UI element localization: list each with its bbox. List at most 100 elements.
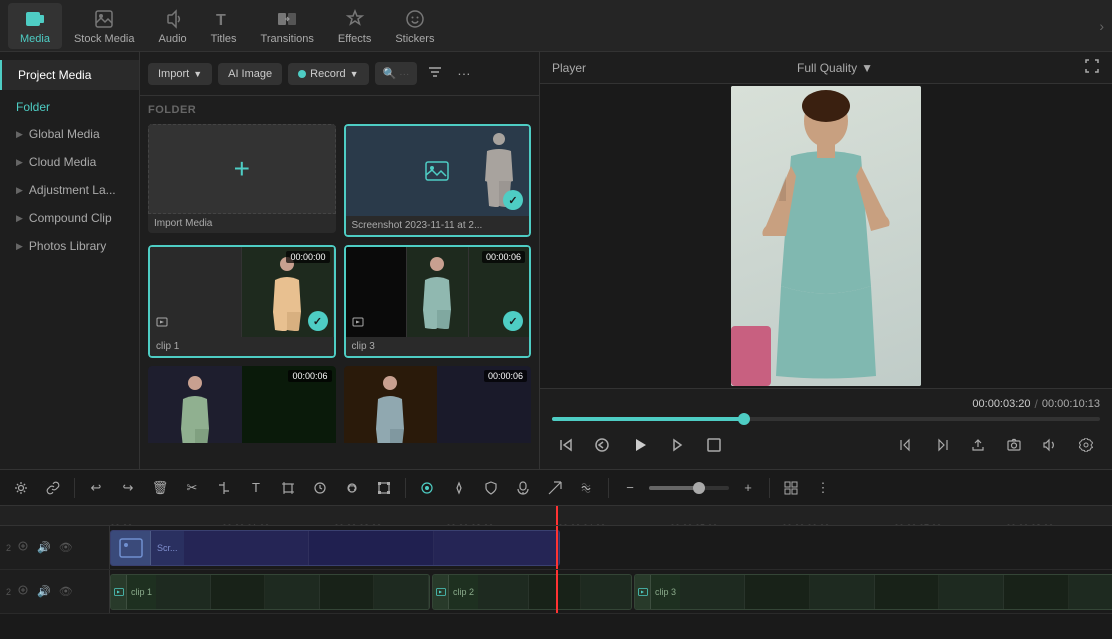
track-1-content[interactable]: Scr...: [110, 526, 1112, 569]
ai-image-button[interactable]: AI Image: [218, 63, 282, 85]
filter-button[interactable]: [423, 60, 447, 87]
nav-chevron[interactable]: ›: [1099, 18, 1104, 34]
snap-button[interactable]: [414, 475, 440, 501]
timeline-settings-button[interactable]: [8, 475, 34, 501]
sidebar-item-compound-clip[interactable]: ▶ Compound Clip: [0, 204, 139, 232]
row2-1-duration: 00:00:06: [288, 370, 331, 382]
clip1-thumb: 00:00:00 ✓: [150, 247, 334, 337]
toolbar-separator: [74, 478, 75, 498]
track-2-content[interactable]: clip 1: [110, 570, 1112, 613]
import-label: Import: [158, 68, 189, 80]
nav-item-transitions[interactable]: Transitions: [249, 3, 326, 49]
media-item-clip3[interactable]: 00:00:06 ✓ clip 3: [344, 245, 532, 358]
player-quality-selector[interactable]: Full Quality ▼: [797, 61, 873, 75]
extra-controls: [892, 431, 1100, 459]
ripple-button[interactable]: [574, 475, 600, 501]
track-1-audio-button[interactable]: 🔊: [35, 539, 53, 556]
clip3-frame-strip: [680, 575, 1112, 609]
more-button[interactable]: ···: [453, 62, 474, 85]
track-2-eye-button[interactable]: 👁: [57, 583, 75, 600]
snapshot-button[interactable]: [1000, 431, 1028, 459]
progress-bar[interactable]: [552, 417, 1100, 421]
clip1-checkmark: ✓: [308, 311, 328, 331]
delete-button[interactable]: 🗑: [147, 475, 173, 501]
zoom-out-button[interactable]: −: [617, 475, 643, 501]
redo-button[interactable]: ↪: [115, 475, 141, 501]
track-1-add-button[interactable]: [15, 538, 31, 557]
fullscreen-button[interactable]: [1084, 58, 1100, 77]
nav-item-stock-media[interactable]: Stock Media: [62, 3, 147, 49]
undo-button[interactable]: ↩: [83, 475, 109, 501]
keyframe-button[interactable]: [446, 475, 472, 501]
screenshot-clip[interactable]: Scr...: [110, 530, 560, 566]
grid-view-button[interactable]: [778, 475, 804, 501]
player-header: Player Full Quality ▼: [540, 52, 1112, 84]
speed-icon: [313, 481, 327, 495]
sidebar-item-photos-library[interactable]: ▶ Photos Library: [0, 232, 139, 260]
toolbar-separator-3: [608, 478, 609, 498]
svg-text:T: T: [216, 12, 226, 29]
volume-button[interactable]: [1036, 431, 1064, 459]
clip1-person-icon: [267, 252, 307, 332]
split-button[interactable]: [211, 475, 237, 501]
fullscreen-icon: [1084, 58, 1100, 74]
track-1-eye-button[interactable]: 👁: [57, 539, 75, 556]
transform-button[interactable]: [371, 475, 397, 501]
send-to-button[interactable]: [542, 475, 568, 501]
mark-out-button[interactable]: [928, 431, 956, 459]
time-separator: /: [1035, 397, 1038, 411]
track-row-1: 2 🔊 👁: [0, 526, 1112, 570]
record-label: Record: [310, 68, 345, 80]
track-2-audio-button[interactable]: 🔊: [35, 583, 53, 600]
sidebar-folder[interactable]: Folder: [0, 94, 139, 120]
play-button[interactable]: [624, 429, 656, 461]
ruler-mark-0: 00:00: [110, 523, 133, 525]
clip1-timeline-block[interactable]: clip 1: [110, 574, 430, 610]
add-icon: +: [234, 153, 250, 185]
export-button[interactable]: [964, 431, 992, 459]
nav-item-stickers[interactable]: Stickers: [383, 3, 446, 49]
nav-item-audio[interactable]: Audio: [147, 3, 199, 49]
arrow-icon: ▶: [16, 213, 23, 224]
transitions-icon: [275, 7, 299, 31]
freeze-button[interactable]: [339, 475, 365, 501]
nav-item-media[interactable]: Media: [8, 3, 62, 49]
media-item-row2-2[interactable]: 00:00:06: [344, 366, 532, 443]
protect-button[interactable]: [478, 475, 504, 501]
search-button[interactable]: 🔍 ···: [375, 62, 418, 85]
crop-button[interactable]: [275, 475, 301, 501]
text-button[interactable]: T: [243, 475, 269, 501]
media-item-screenshot[interactable]: ✓ Screenshot 2023-11-11 at 2...: [344, 124, 532, 237]
import-button[interactable]: Import ▼: [148, 63, 212, 85]
nav-item-titles[interactable]: T Titles: [199, 3, 249, 49]
player-tab[interactable]: Player: [552, 61, 586, 75]
zoom-in-button[interactable]: +: [735, 475, 761, 501]
clip3-timeline-block[interactable]: clip 3: [634, 574, 1112, 610]
media-item-row2-1[interactable]: 00:00:06: [148, 366, 336, 443]
grid-icon: [784, 481, 798, 495]
nav-item-effects[interactable]: Effects: [326, 3, 383, 49]
media-item-clip1[interactable]: 00:00:00 ✓ clip 1: [148, 245, 336, 358]
voice-button[interactable]: [510, 475, 536, 501]
sidebar-project-media[interactable]: Project Media: [0, 60, 139, 90]
sidebar-item-cloud-media[interactable]: ▶ Cloud Media: [0, 148, 139, 176]
more-timeline-button[interactable]: ⋮: [810, 475, 836, 501]
track-2-add-button[interactable]: [15, 582, 31, 601]
stop-button[interactable]: [700, 431, 728, 459]
speed-button[interactable]: [307, 475, 333, 501]
clip2-timeline-block[interactable]: clip 2: [432, 574, 632, 610]
sidebar-label-global-media: Global Media: [29, 127, 100, 141]
settings-button[interactable]: [1072, 431, 1100, 459]
sidebar-item-adjustment[interactable]: ▶ Adjustment La...: [0, 176, 139, 204]
cut-button[interactable]: ✂: [179, 475, 205, 501]
frame-forward-icon: [670, 437, 686, 453]
timeline-link-button[interactable]: [40, 475, 66, 501]
frame-forward-button[interactable]: [664, 431, 692, 459]
media-item-import[interactable]: + Import Media: [148, 124, 336, 237]
mark-in-button[interactable]: [892, 431, 920, 459]
skip-back-button[interactable]: [552, 431, 580, 459]
sidebar-item-global-media[interactable]: ▶ Global Media: [0, 120, 139, 148]
record-button[interactable]: Record ▼: [288, 63, 368, 85]
playhead-ruler-line: [556, 506, 558, 525]
frame-back-button[interactable]: [588, 431, 616, 459]
